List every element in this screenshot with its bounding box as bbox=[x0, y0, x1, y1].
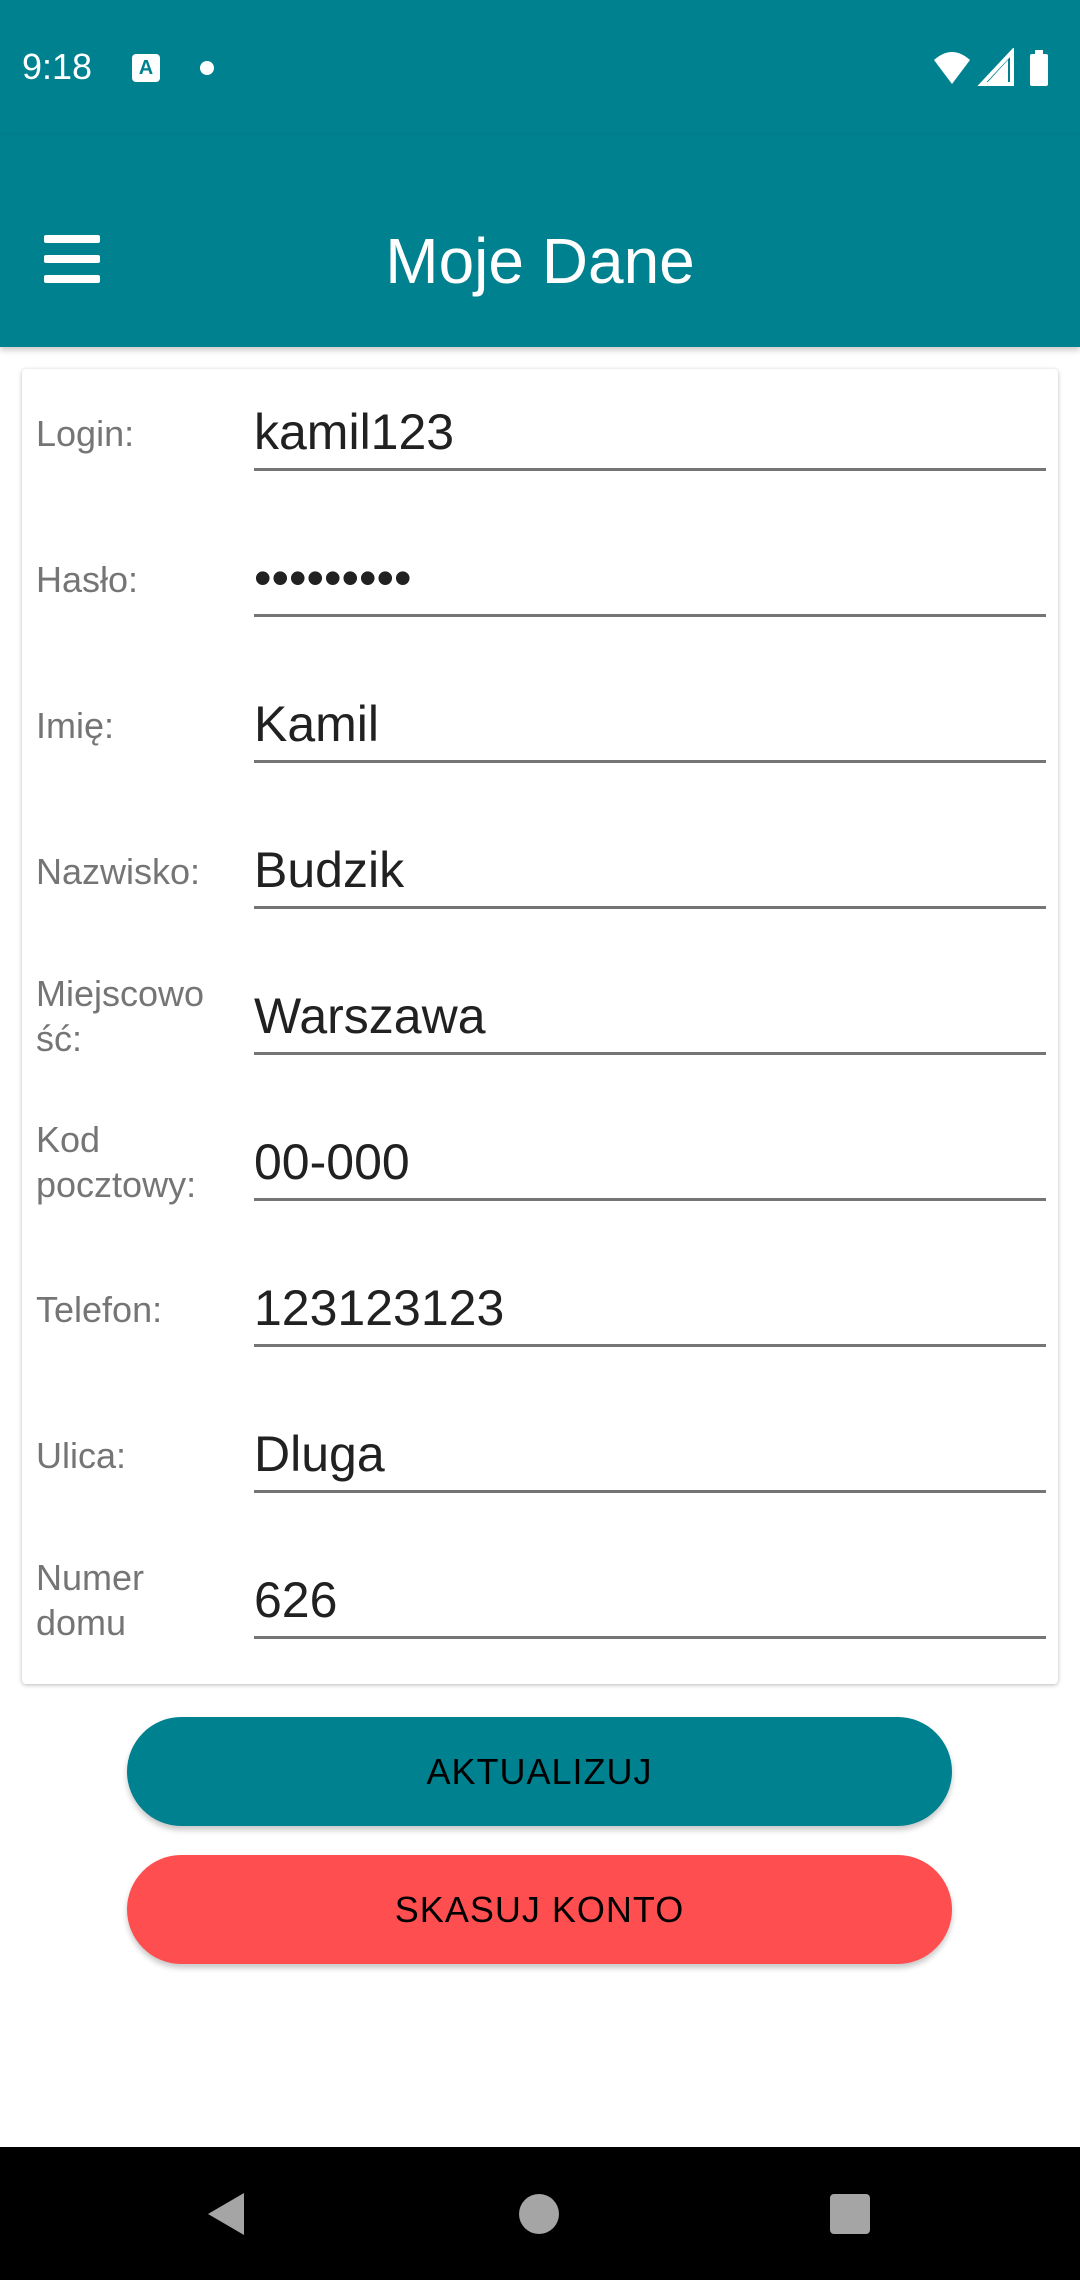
delete-account-button[interactable]: SKASUJ KONTO bbox=[127, 1855, 952, 1964]
city-label: Miejscowo ść: bbox=[36, 973, 205, 1059]
home-icon[interactable] bbox=[519, 2194, 559, 2234]
city-input[interactable] bbox=[254, 979, 1046, 1055]
phone-input[interactable] bbox=[254, 1271, 1046, 1347]
keyboard-a-icon: A bbox=[132, 54, 160, 82]
postal-code-label: Kod pocztowy: bbox=[36, 1119, 197, 1205]
phone-label: Telefon: bbox=[36, 1289, 163, 1330]
app-bar: Moje Dane bbox=[0, 135, 1080, 347]
phone-row: Telefon: bbox=[22, 1245, 1058, 1391]
page-title: Moje Dane bbox=[385, 225, 695, 297]
navigation-bar bbox=[0, 2147, 1080, 2280]
update-button[interactable]: AKTUALIZUJ bbox=[127, 1717, 952, 1826]
password-label: Hasło: bbox=[36, 559, 139, 600]
street-row: Ulica: bbox=[22, 1391, 1058, 1537]
house-number-row: Numer domu bbox=[22, 1537, 1058, 1683]
house-number-label: Numer domu bbox=[36, 1557, 145, 1643]
recents-icon[interactable] bbox=[830, 2194, 870, 2234]
signal-icon bbox=[977, 48, 1014, 86]
password-input[interactable] bbox=[254, 541, 1046, 617]
last-name-label: Nazwisko: bbox=[36, 851, 201, 892]
password-row: Hasło: bbox=[22, 515, 1058, 661]
last-name-row: Nazwisko: bbox=[22, 807, 1058, 953]
notification-dot-icon bbox=[200, 61, 214, 75]
street-input[interactable] bbox=[254, 1417, 1046, 1493]
street-label: Ulica: bbox=[36, 1435, 127, 1476]
postal-code-row: Kod pocztowy: bbox=[22, 1099, 1058, 1245]
city-row: Miejscowo ść: bbox=[22, 953, 1058, 1099]
postal-code-input[interactable] bbox=[254, 1125, 1046, 1201]
status-icons bbox=[932, 48, 1062, 88]
login-row: Login: bbox=[22, 369, 1058, 515]
battery-icon bbox=[1030, 50, 1048, 86]
first-name-row: Imię: bbox=[22, 661, 1058, 807]
wifi-icon bbox=[934, 52, 970, 84]
last-name-input[interactable] bbox=[254, 833, 1046, 909]
login-input[interactable] bbox=[254, 395, 1046, 471]
back-icon[interactable] bbox=[204, 2191, 248, 2237]
status-time: 9:18 bbox=[22, 46, 93, 87]
status-bar: 9:18 A bbox=[0, 0, 1080, 135]
first-name-label: Imię: bbox=[36, 705, 115, 746]
user-data-card: Login: Hasło: Imię: Nazwisko: Miejscowo … bbox=[22, 369, 1058, 1684]
first-name-input[interactable] bbox=[254, 687, 1046, 763]
house-number-input[interactable] bbox=[254, 1563, 1046, 1639]
login-label: Login: bbox=[36, 413, 135, 454]
